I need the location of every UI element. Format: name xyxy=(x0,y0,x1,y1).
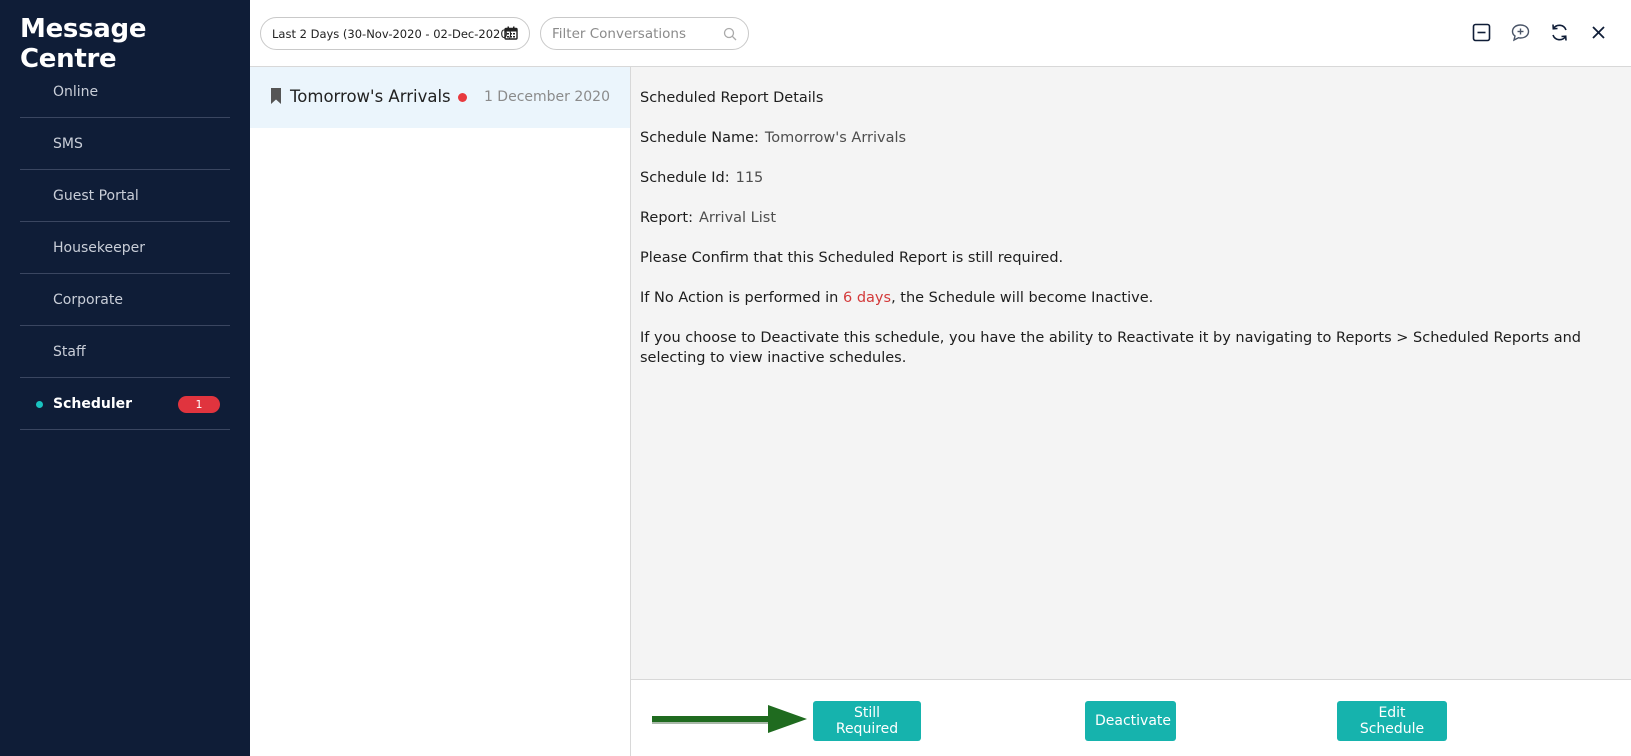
conversation-date: 1 December 2020 xyxy=(483,89,610,105)
schedule-id-value: 115 xyxy=(735,170,764,186)
schedule-name-row: Schedule Name: Tomorrow's Arrivals xyxy=(640,128,1621,148)
sidebar-item-label: Staff xyxy=(53,343,86,360)
sidebar-item-online[interactable]: Online xyxy=(20,66,230,118)
deactivate-button[interactable]: Deactivate xyxy=(1085,701,1176,741)
toolbar: Last 2 Days (30-Nov-2020 - 02-Dec-2020) xyxy=(250,0,1631,67)
conversation-list: Tomorrow's Arrivals 1 December 2020 xyxy=(250,67,631,756)
details-heading: Scheduled Report Details xyxy=(640,90,824,106)
filter-conversations-input[interactable] xyxy=(541,18,711,49)
sidebar-item-guest-portal[interactable]: Guest Portal xyxy=(20,170,230,222)
sidebar-item-scheduler[interactable]: Scheduler 1 xyxy=(20,378,230,430)
sidebar-item-label: Online xyxy=(53,83,99,100)
unread-count-badge: 1 xyxy=(178,396,220,413)
sidebar-item-label: SMS xyxy=(53,135,83,152)
report-row: Report: Arrival List xyxy=(640,208,1621,228)
search-icon[interactable] xyxy=(723,27,737,41)
report-details-panel: Scheduled Report Details Schedule Name: T… xyxy=(631,67,1631,679)
active-indicator-dot xyxy=(36,401,43,408)
conversation-item[interactable]: Tomorrow's Arrivals 1 December 2020 xyxy=(250,67,630,128)
no-action-prefix: If No Action is performed in xyxy=(640,290,843,306)
sidebar-item-corporate[interactable]: Corporate xyxy=(20,274,230,326)
still-required-button[interactable]: Still Required xyxy=(813,701,921,741)
sidebar-item-label: Corporate xyxy=(53,291,123,308)
sidebar: Message Centre Online SMS Guest Portal H… xyxy=(0,0,250,756)
filter-conversations-field xyxy=(540,17,749,50)
no-action-warning: If No Action is performed in 6 days, the… xyxy=(640,288,1621,308)
sidebar-item-label: Scheduler xyxy=(53,395,133,412)
action-bar: Still Required Deactivate Edit Schedule xyxy=(631,679,1631,756)
app-title: Message Centre xyxy=(20,14,147,74)
new-message-icon[interactable] xyxy=(1510,22,1531,43)
date-range-picker[interactable]: Last 2 Days (30-Nov-2020 - 02-Dec-2020) xyxy=(260,17,530,50)
confirm-text: Please Confirm that this Scheduled Repor… xyxy=(640,250,1064,266)
sidebar-item-housekeeper[interactable]: Housekeeper xyxy=(20,222,230,274)
days-remaining: 6 days xyxy=(843,290,892,306)
bookmark-icon xyxy=(271,88,281,104)
unread-indicator-dot xyxy=(457,93,467,102)
report-value: Arrival List xyxy=(698,210,777,226)
deactivate-info: If you choose to Deactivate this schedul… xyxy=(640,330,1581,366)
conversation-title: Tomorrow's Arrivals xyxy=(290,87,451,106)
date-range-value: Last 2 Days (30-Nov-2020 - 02-Dec-2020) xyxy=(272,26,513,41)
sidebar-item-label: Housekeeper xyxy=(53,239,145,256)
no-action-suffix: , the Schedule will become Inactive. xyxy=(891,290,1154,306)
sidebar-item-sms[interactable]: SMS xyxy=(20,118,230,170)
conversation-title-row: Tomorrow's Arrivals xyxy=(290,87,467,106)
calendar-icon xyxy=(504,26,518,40)
close-icon[interactable] xyxy=(1588,22,1609,43)
minimize-icon[interactable] xyxy=(1471,22,1492,43)
sidebar-item-label: Guest Portal xyxy=(53,187,139,204)
schedule-name-label: Schedule Name: xyxy=(640,130,759,146)
schedule-name-value: Tomorrow's Arrivals xyxy=(764,130,907,146)
annotation-arrow-icon xyxy=(652,705,807,733)
window-controls xyxy=(1471,22,1609,43)
sidebar-nav: Online SMS Guest Portal Housekeeper Corp… xyxy=(20,66,230,430)
sidebar-item-staff[interactable]: Staff xyxy=(20,326,230,378)
schedule-id-row: Schedule Id: 115 xyxy=(640,168,1621,188)
edit-schedule-button[interactable]: Edit Schedule xyxy=(1337,701,1447,741)
refresh-icon[interactable] xyxy=(1549,22,1570,43)
report-label: Report: xyxy=(640,210,693,226)
schedule-id-label: Schedule Id: xyxy=(640,170,730,186)
